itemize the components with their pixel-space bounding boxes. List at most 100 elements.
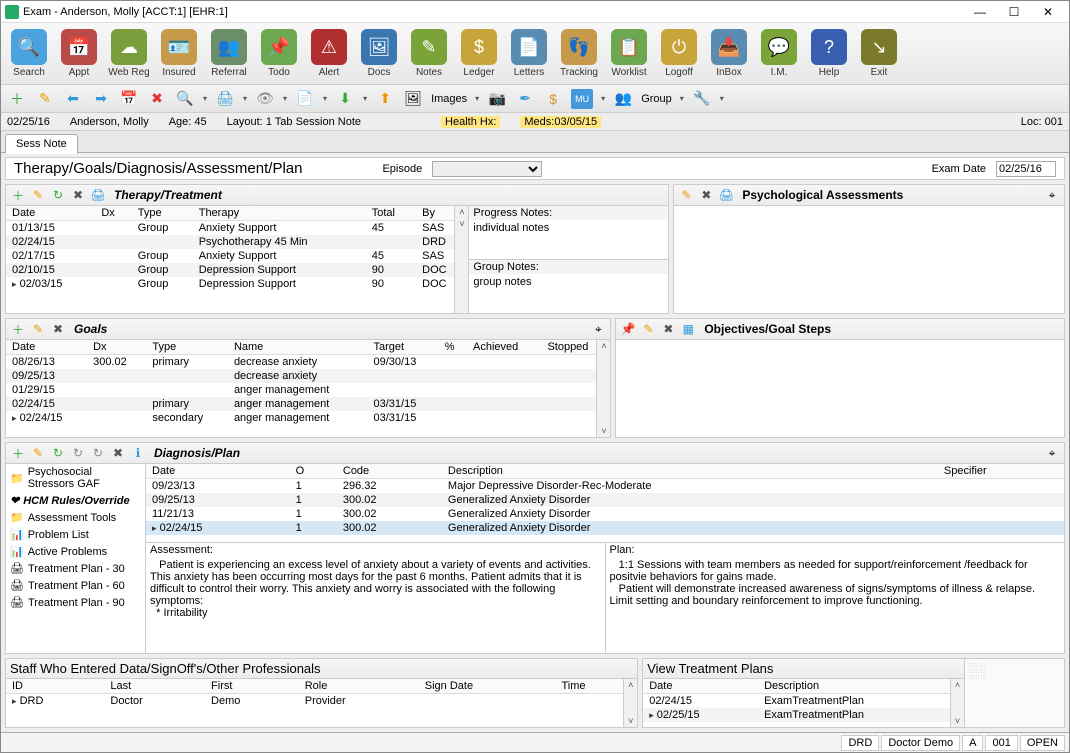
toolbar-search[interactable]: 🔍Search: [5, 26, 53, 82]
mu-dropdown[interactable]: ▾: [601, 94, 605, 103]
delete-icon[interactable]: ✖: [110, 445, 126, 461]
table-row[interactable]: ▸ DRDDoctorDemoProvider: [6, 694, 637, 709]
images-icon[interactable]: 🖼: [403, 89, 423, 109]
scroll-down-icon[interactable]: ˅: [597, 425, 610, 437]
download-dropdown[interactable]: ▾: [363, 94, 367, 103]
print-icon[interactable]: 🖨: [718, 187, 734, 203]
table-row[interactable]: 02/24/15ExamTreatmentPlan: [643, 694, 964, 709]
tab-sess-note[interactable]: Sess Note: [5, 134, 78, 154]
table-row[interactable]: 02/24/15Psychotherapy 45 MinDRD: [6, 235, 468, 249]
edit-icon[interactable]: ✎: [30, 321, 46, 337]
wrench-dropdown[interactable]: ▾: [720, 94, 724, 103]
delete-icon[interactable]: ✖: [50, 321, 66, 337]
toolbar-help[interactable]: ?Help: [805, 26, 853, 82]
refresh2-icon[interactable]: ↻: [70, 445, 86, 461]
sidebar-item[interactable]: 🖨Treatment Plan - 30: [6, 560, 145, 577]
filter-icon[interactable]: ⌖: [1044, 445, 1060, 461]
toolbar-insured[interactable]: 🪪Insured: [155, 26, 203, 82]
scroll-up-icon[interactable]: ˄: [624, 679, 637, 691]
refresh-icon[interactable]: ↻: [50, 187, 66, 203]
eye-icon[interactable]: 👁: [255, 89, 275, 109]
sidebar-item[interactable]: 🖨Treatment Plan - 90: [6, 594, 145, 611]
table-row[interactable]: 11/21/131300.02Generalized Anxiety Disor…: [146, 507, 1064, 521]
exam-date-input[interactable]: [996, 161, 1056, 177]
edit-icon[interactable]: ✎: [640, 321, 656, 337]
add-icon[interactable]: ＋: [10, 445, 26, 461]
add-icon[interactable]: ＋: [7, 89, 27, 109]
scroll-down-icon[interactable]: ˅: [951, 715, 964, 727]
close-button[interactable]: ✕: [1031, 3, 1065, 21]
maximize-button[interactable]: ☐: [997, 3, 1031, 21]
toolbar-exit[interactable]: ↘Exit: [855, 26, 903, 82]
toolbar-notes[interactable]: ✎Notes: [405, 26, 453, 82]
info-meds[interactable]: Meds:03/05/15: [520, 116, 601, 128]
table-row[interactable]: 09/23/131296.32Major Depressive Disorder…: [146, 479, 1064, 494]
add-icon[interactable]: ＋: [10, 187, 26, 203]
toolbar-ledger[interactable]: $Ledger: [455, 26, 503, 82]
group-icon[interactable]: 👥: [613, 89, 633, 109]
images-label[interactable]: Images: [431, 93, 467, 105]
table-row[interactable]: 01/13/15GroupAnxiety Support45SAS: [6, 221, 468, 236]
table-row[interactable]: 09/25/131300.02Generalized Anxiety Disor…: [146, 493, 1064, 507]
diagnosis-table[interactable]: DateOCodeDescriptionSpecifier09/23/13129…: [146, 464, 1064, 535]
edit-icon[interactable]: ✎: [35, 89, 55, 109]
sidebar-item[interactable]: 📊Active Problems: [6, 543, 145, 560]
group-dropdown[interactable]: ▾: [680, 94, 684, 103]
sidebar-item[interactable]: 📊Problem List: [6, 526, 145, 543]
search-icon[interactable]: 🔍: [175, 89, 195, 109]
new-doc-dropdown[interactable]: ▾: [323, 94, 327, 103]
toolbar-docs[interactable]: 🖼Docs: [355, 26, 403, 82]
calendar-icon[interactable]: 📅: [119, 89, 139, 109]
table-row[interactable]: ▸ 02/24/151300.02Generalized Anxiety Dis…: [146, 521, 1064, 535]
info-icon[interactable]: ℹ: [130, 445, 146, 461]
toolbar-inbox[interactable]: 📥InBox: [705, 26, 753, 82]
delete-icon[interactable]: ✖: [698, 187, 714, 203]
toolbar-logoff[interactable]: ⏻Logoff: [655, 26, 703, 82]
table-row[interactable]: 02/10/15GroupDepression Support90DOC: [6, 263, 468, 277]
table-row[interactable]: 08/26/13300.02primarydecrease anxiety09/…: [6, 355, 610, 370]
scroll-down-icon[interactable]: ˅: [624, 715, 637, 727]
assessment-text[interactable]: Patient is experiencing an excess level …: [146, 557, 605, 653]
table-row[interactable]: ▸ 02/03/15GroupDepression Support90DOC: [6, 277, 468, 291]
sidebar-item[interactable]: ❤HCM Rules/Override: [6, 492, 145, 509]
group-label[interactable]: Group: [641, 93, 672, 105]
progress-notes-text[interactable]: individual notes: [469, 220, 668, 260]
plans-table[interactable]: DateDescription02/24/15ExamTreatmentPlan…: [643, 679, 964, 722]
mu-icon[interactable]: MU: [571, 89, 593, 109]
edit-icon[interactable]: ✎: [678, 187, 694, 203]
filter-icon[interactable]: ⌖: [590, 321, 606, 337]
table-row[interactable]: ▸ 02/24/15secondaryanger management03/31…: [6, 411, 610, 425]
download-icon[interactable]: ⬇: [335, 89, 355, 109]
table-row[interactable]: 01/29/15anger management: [6, 383, 610, 397]
toolbar-appt[interactable]: 📅Appt: [55, 26, 103, 82]
edit-icon[interactable]: ✎: [30, 187, 46, 203]
grid-icon[interactable]: ▦: [680, 321, 696, 337]
info-health-hx[interactable]: Health Hx:: [441, 116, 500, 128]
scroll-up-icon[interactable]: ˄: [455, 206, 468, 218]
toolbar-todo[interactable]: 📌Todo: [255, 26, 303, 82]
sidebar-item[interactable]: 🖨Treatment Plan - 60: [6, 577, 145, 594]
pin-icon[interactable]: 📌: [620, 321, 636, 337]
print-dropdown[interactable]: ▾: [243, 94, 247, 103]
episode-select[interactable]: [432, 161, 542, 177]
table-row[interactable]: 02/24/15primaryanger management03/31/15: [6, 397, 610, 411]
delete-icon[interactable]: ✖: [70, 187, 86, 203]
edit-icon[interactable]: ✎: [30, 445, 46, 461]
camera-icon[interactable]: 📷: [487, 89, 507, 109]
sidebar-item[interactable]: 📁Assessment Tools: [6, 509, 145, 526]
minimize-button[interactable]: —: [963, 3, 997, 21]
add-icon[interactable]: ＋: [10, 321, 26, 337]
goals-table[interactable]: DateDxTypeNameTarget%AchievedStopped08/2…: [6, 340, 610, 425]
toolbar-letters[interactable]: 📄Letters: [505, 26, 553, 82]
group-notes-text[interactable]: group notes: [469, 274, 668, 313]
search-dropdown[interactable]: ▾: [203, 94, 207, 103]
table-row[interactable]: 09/25/13decrease anxiety: [6, 369, 610, 383]
print-icon[interactable]: 🖨: [90, 187, 106, 203]
table-row[interactable]: ▸ 02/25/15ExamTreatmentPlan: [643, 708, 964, 722]
images-dropdown[interactable]: ▾: [475, 94, 479, 103]
sidebar-item[interactable]: 📁Psychosocial Stressors GAF: [6, 464, 145, 492]
upload-icon[interactable]: ⬆: [375, 89, 395, 109]
scroll-down-icon[interactable]: ˅: [455, 218, 468, 230]
eye-dropdown[interactable]: ▾: [283, 94, 287, 103]
filter-icon[interactable]: ⌖: [1044, 187, 1060, 203]
